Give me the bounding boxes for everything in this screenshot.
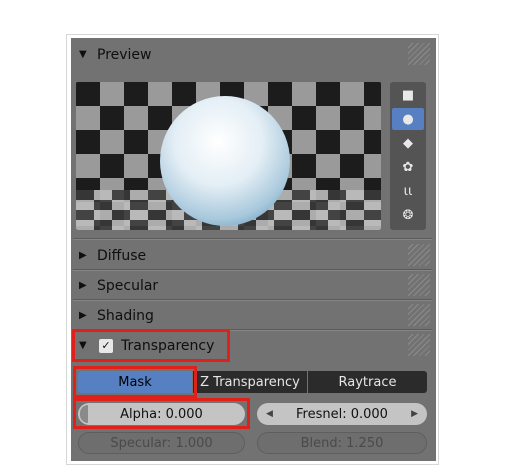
- specular-value: Specular: 1.000: [110, 435, 213, 451]
- increment-arrow-icon[interactable]: ▶: [411, 409, 418, 419]
- separator: [73, 269, 432, 270]
- sphere-icon: ●: [402, 111, 414, 127]
- diffuse-label: Diffuse: [97, 247, 147, 264]
- collapsed-triangle-icon: ▶: [79, 310, 87, 321]
- fresnel-number-field[interactable]: ◀ Fresnel: 0.000 ▶: [257, 403, 427, 425]
- z-transparency-mode-button[interactable]: Z Transparency: [193, 371, 307, 393]
- sphere-and-cube-icon: ❂: [402, 207, 414, 223]
- z-transparency-mode-label: Z Transparency: [200, 374, 300, 390]
- raytrace-mode-label: Raytrace: [338, 374, 397, 390]
- shading-label: Shading: [97, 307, 154, 324]
- specular-slider[interactable]: Specular: 1.000: [78, 432, 245, 454]
- raytrace-mode-button[interactable]: Raytrace: [308, 371, 427, 393]
- highlight-box: [73, 366, 197, 398]
- hair-icon: ɩɩ: [403, 183, 413, 199]
- diffuse-header[interactable]: ▶ Diffuse: [71, 241, 434, 270]
- shading-header[interactable]: ▶ Shading: [71, 301, 434, 330]
- collapsed-triangle-icon: ▶: [79, 280, 87, 291]
- preview-sphere: [160, 96, 290, 226]
- cube-preview-button[interactable]: ◆: [392, 132, 424, 154]
- specular-header[interactable]: ▶ Specular: [71, 271, 434, 300]
- drag-grip-icon[interactable]: [408, 304, 430, 326]
- drag-grip-icon[interactable]: [408, 334, 430, 356]
- blend-value: Blend: 1.250: [300, 435, 384, 451]
- highlight-box: [73, 398, 250, 429]
- plane-preview-button[interactable]: ■: [392, 84, 424, 106]
- plane-icon: ■: [401, 87, 415, 103]
- drag-grip-icon[interactable]: [408, 274, 430, 296]
- preview-label: Preview: [97, 46, 152, 63]
- blend-slider[interactable]: Blend: 1.250: [257, 432, 427, 454]
- expanded-triangle-icon: ▼: [79, 49, 87, 60]
- decrement-arrow-icon[interactable]: ◀: [266, 409, 273, 419]
- collapsed-triangle-icon: ▶: [79, 250, 87, 261]
- separator: [73, 299, 432, 300]
- fresnel-value: Fresnel: 0.000: [296, 406, 388, 422]
- monkey-icon: ✿: [402, 159, 414, 175]
- specular-label: Specular: [97, 277, 159, 294]
- drag-grip-icon[interactable]: [408, 43, 430, 65]
- material-preview-render: [76, 82, 381, 230]
- drag-grip-icon[interactable]: [408, 244, 430, 266]
- monkey-preview-button[interactable]: ✿: [392, 156, 424, 178]
- sphere-preview-button[interactable]: ●: [392, 108, 424, 130]
- preview-header[interactable]: ▼ Preview: [71, 40, 434, 69]
- hair-preview-button[interactable]: ɩɩ: [392, 180, 424, 202]
- highlight-box: [72, 329, 230, 362]
- sphere-and-cube-preview-button[interactable]: ❂: [392, 204, 424, 226]
- cube-icon: ◆: [403, 135, 413, 151]
- preview-type-strip: ■ ● ◆ ✿ ɩɩ ❂: [390, 82, 426, 230]
- separator: [73, 238, 432, 239]
